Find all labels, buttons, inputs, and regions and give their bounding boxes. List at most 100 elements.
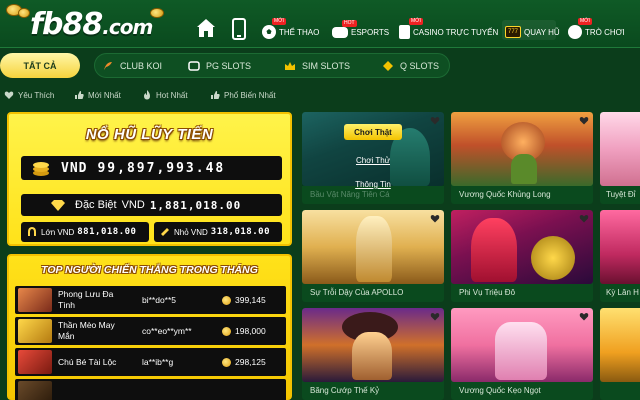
jackpot-large: Lớn VND 881,018.00 [21,222,149,242]
heart-icon[interactable] [579,116,589,125]
table-row[interactable] [15,379,286,400]
fire-icon [144,90,150,100]
game-art [451,210,593,284]
game-card[interactable]: Phi Vụ Triệu Đô [451,210,593,302]
game-art [302,210,444,284]
crown-icon [285,61,295,70]
winner-user: bi**do**5 [142,295,177,305]
filter-label: Yêu Thích [18,90,55,100]
heart-icon[interactable] [579,214,589,223]
fb88-logo[interactable]: fb88.com [4,4,164,44]
soccer-ball-icon: MỚI [262,18,286,39]
game-card[interactable]: Sự Trỗi Dậy Của APOLLO [302,210,444,302]
tab-all[interactable]: TẤT CẢ [0,53,80,78]
currency: VND [121,199,145,211]
game-name: Vương Quốc Kẹo Ngọt [459,386,541,395]
game-thumbnail [18,381,52,400]
game-card[interactable] [600,308,640,400]
filter-label: Hot Nhất [156,90,188,100]
game-art [302,308,444,382]
nav-games[interactable]: MỚI TRÒ CHƠI [568,18,625,42]
tab-q-slots[interactable]: Q SLOTS [374,53,447,78]
nav-label: QUAY HŨ [524,27,560,37]
table-row[interactable]: Thần Mèo May Mắn co**eo**ym** 198,000 [15,317,286,345]
game-name: Kỳ Lân H [606,288,639,297]
game-card[interactable]: Tuyệt Đỉ [600,112,640,204]
nav-label: TRÒ CHƠI [585,27,625,37]
tab-label: CLUB KOI [120,60,163,71]
game-info-link[interactable]: Thông Tin [302,180,444,189]
koi-fish-icon [104,61,112,70]
nav-casino[interactable]: MỚI CASINO TRỰC TUYẾN [399,18,499,42]
filter-favorite[interactable]: Yêu Thích [4,88,54,102]
filter-newest[interactable]: Mới Nhất [74,88,121,102]
nav-label: THỂ THAO [279,27,320,37]
jackpot-special: Đặc Biệt VND 1,881,018.00 [21,194,282,216]
top-winners-list: Phong Lưu Đa Tình bi**do**5 399,145 Thần… [15,286,286,400]
home-icon[interactable] [196,18,216,38]
jackpot-main-counter: VND 99,897,993.48 [21,156,282,180]
game-name: Băng Cướp Thế Kỷ [310,386,380,395]
coin-icon [150,8,164,18]
winner-user: la**ib**g [142,357,174,367]
tab-pg-slots[interactable]: PG SLOTS [180,53,259,78]
winner-user: co**eo**ym** [142,326,192,336]
winner-game: Thần Mèo May Mắn [58,320,115,341]
winner-amount: 198,000 [235,326,266,336]
game-art [451,308,593,382]
game-art [600,308,640,382]
heart-icon[interactable] [430,214,440,223]
tab-club-koi[interactable]: CLUB KOI [94,53,170,78]
play-real-button[interactable]: Chơi Thật [344,124,402,140]
game-name: Tuyệt Đỉ [606,190,636,199]
top-winners-panel: TOP NGƯỜI CHIẾN THẮNG TRONG THÁNG Phong … [7,254,292,400]
large-label: Lớn VND [41,227,75,237]
ticket-icon [161,228,169,236]
game-name: Bầu Vật Năng Tiên Cá [310,190,390,199]
pg-logo-icon [188,60,200,71]
like-icon [211,91,220,99]
nav-label: ESPORTS [351,27,390,37]
game-card[interactable]: Chơi Thật Chơi Thử Thông Tin Bầu Vật Năn… [302,112,444,204]
large-amount: 881,018.00 [77,227,137,237]
table-row[interactable]: Chú Bé Tài Lộc la**ib**g 298,125 [15,348,286,376]
game-art [600,210,640,284]
heart-icon[interactable] [430,312,440,321]
logo-text: fb88.com [30,6,153,42]
jackpot-amount: 99,897,993.48 [97,160,226,176]
play-demo-link[interactable]: Chơi Thử [302,156,444,165]
tab-label: PG SLOTS [206,60,252,71]
small-label: Nhỏ VND [174,227,208,237]
filter-hot[interactable]: Hot Nhất [142,88,188,102]
tab-label: TẤT CẢ [23,60,57,71]
jackpot-small: Nhỏ VND 318,018.00 [154,222,282,242]
heart-icon[interactable] [579,312,589,321]
game-thumbnail [18,319,52,343]
top-header: fb88.com MỚI THỂ THAO HOT ESPORTS MỚI CA… [0,0,640,48]
special-amount: 1,881,018.00 [149,198,242,212]
coin-icon [222,326,231,336]
game-name: Sự Trỗi Dậy Của APOLLO [310,288,404,297]
diamond-icon [51,200,65,211]
slot-777-icon: 777 [505,26,521,38]
nav-esports[interactable]: HOT ESPORTS [332,19,390,42]
scrollbar[interactable] [635,112,640,400]
nav-sports[interactable]: MỚI THỂ THAO [262,18,320,42]
tab-sim-slots[interactable]: SIM SLOTS [276,53,358,78]
filter-popular[interactable]: Phổ Biến Nhất [210,88,276,102]
table-row[interactable]: Phong Lưu Đa Tình bi**do**5 399,145 [15,286,286,314]
winner-game: Phong Lưu Đa Tình [58,289,114,310]
special-label: Đặc Biệt [75,199,117,211]
winner-game: Chú Bé Tài Lộc [58,356,117,367]
game-name: Phi Vụ Triệu Đô [459,288,516,297]
game-card[interactable]: Vương Quốc Kẹo Ngọt [451,308,593,400]
game-card[interactable]: Vương Quốc Khủng Long [451,112,593,204]
winner-amount: 399,145 [235,295,266,305]
horseshoe-icon [28,227,36,236]
heart-icon[interactable] [430,116,440,125]
mobile-phone-icon[interactable] [232,18,246,40]
nav-slots[interactable]: 777 QUAY HŨ [505,22,560,42]
nav-label: CASINO TRỰC TUYẾN [413,27,499,37]
game-card[interactable]: Băng Cướp Thế Kỷ [302,308,444,400]
game-card[interactable]: Kỳ Lân H [600,210,640,302]
